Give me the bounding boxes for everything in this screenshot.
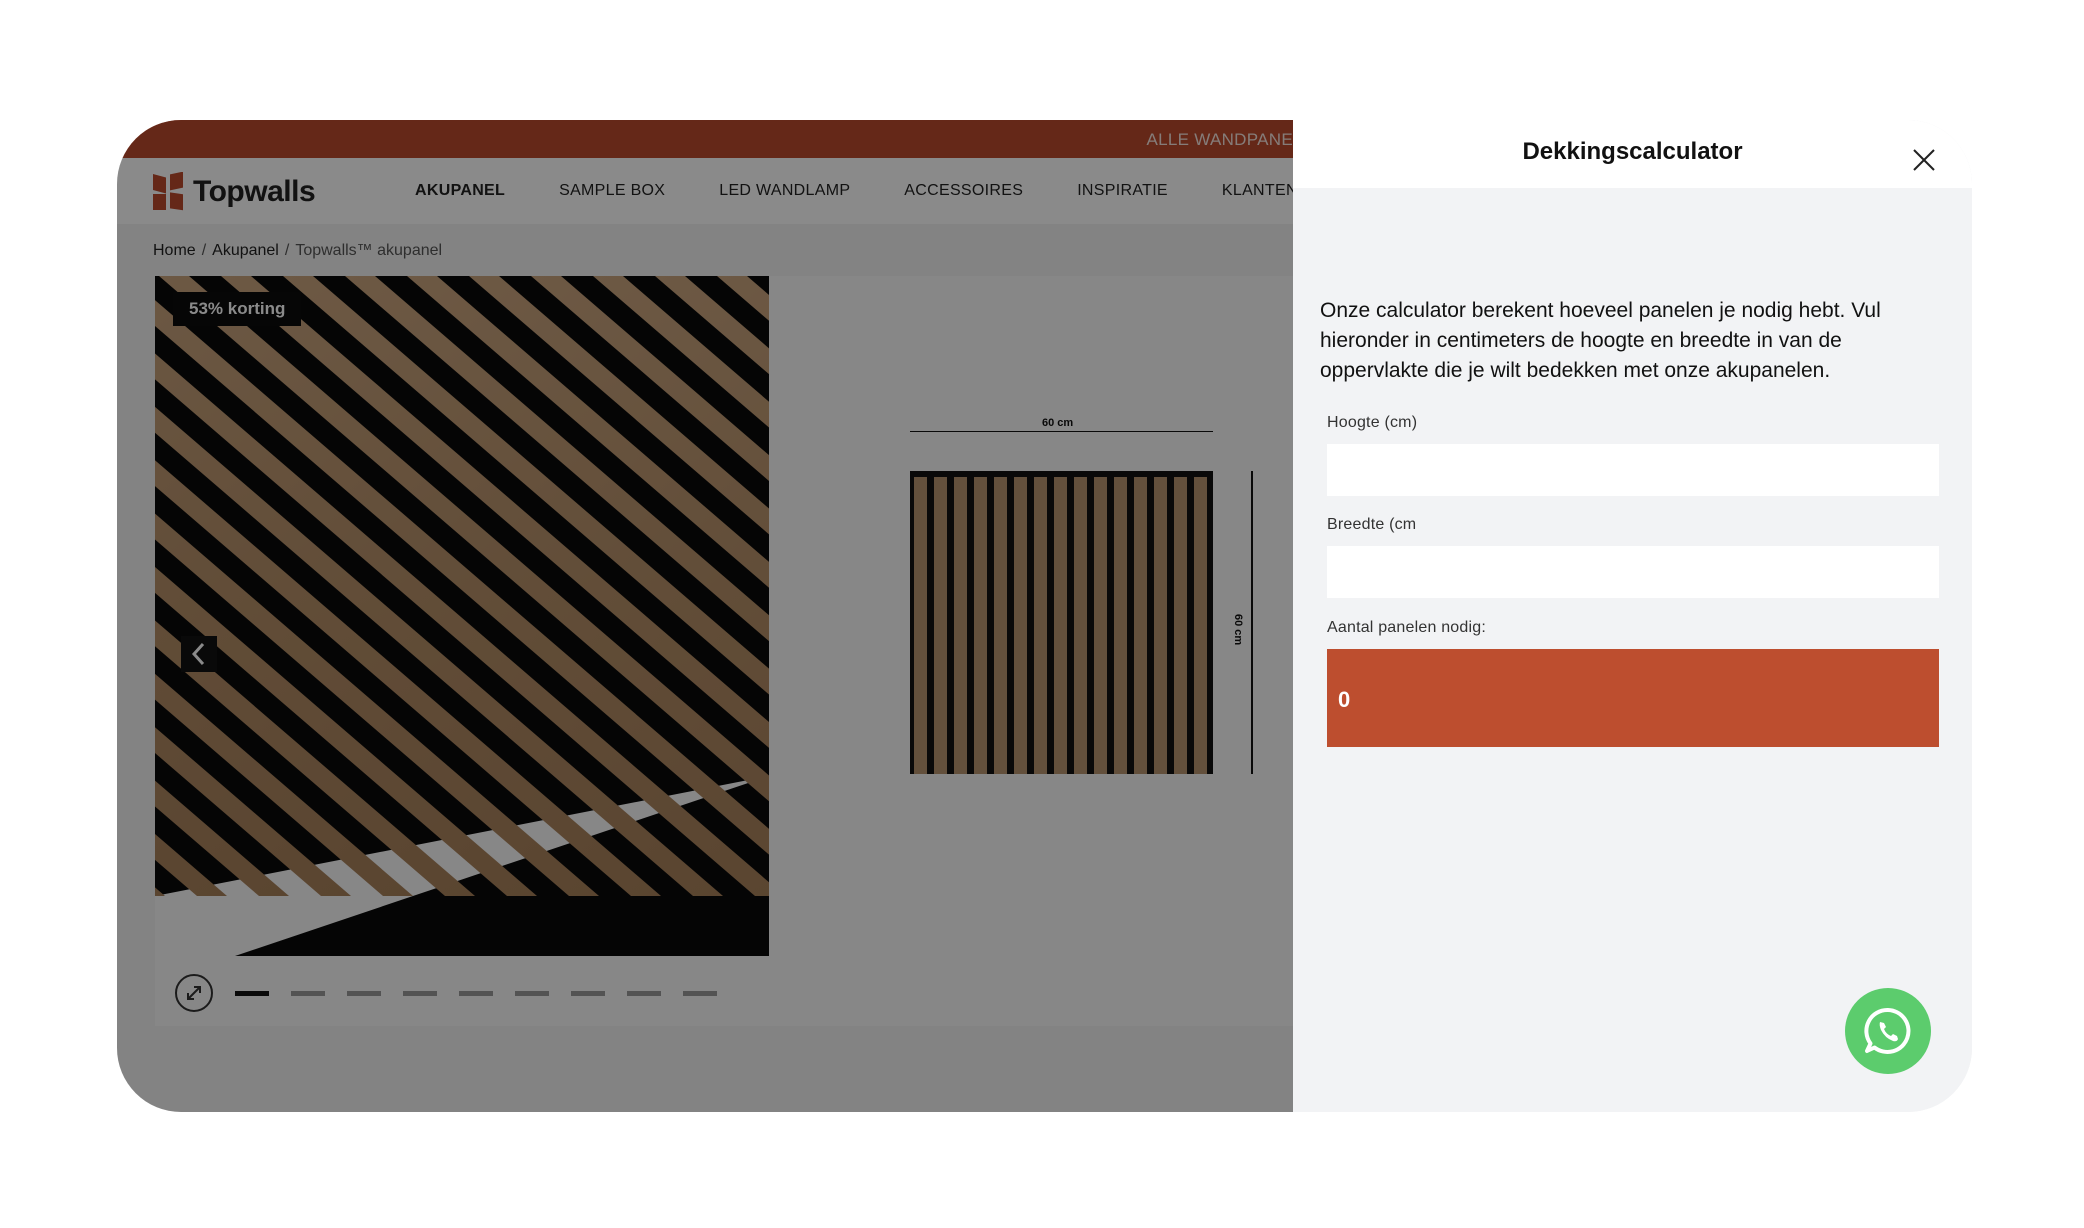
whatsapp-button[interactable]: [1845, 988, 1931, 1074]
coverage-calculator-drawer: Dekkingscalculator Onze calculator berek…: [1293, 120, 1972, 1112]
width-input[interactable]: [1327, 546, 1939, 598]
close-button[interactable]: [1910, 146, 1938, 174]
drawer-header: Dekkingscalculator: [1293, 120, 1972, 188]
panels-needed-value: 0: [1338, 687, 1351, 712]
result-label: Aantal panelen nodig:: [1327, 619, 1486, 636]
panels-needed-result: 0: [1327, 649, 1939, 747]
width-label: Breedte (cm: [1327, 516, 1417, 533]
height-label: Hoogte (cm): [1327, 414, 1418, 431]
whatsapp-icon: [1864, 1007, 1911, 1054]
close-icon: [1913, 149, 1935, 171]
product-page: ALLE WANDPANE Topwalls AKUPANEL SAMPLE B…: [117, 120, 1293, 1112]
page-overlay[interactable]: [117, 120, 1293, 1112]
browser-frame: ALLE WANDPANE Topwalls AKUPANEL SAMPLE B…: [117, 120, 1972, 1112]
drawer-title: Dekkingscalculator: [1522, 138, 1743, 165]
height-input[interactable]: [1327, 444, 1939, 496]
calculator-intro: Onze calculator berekent hoeveel panelen…: [1320, 299, 1881, 382]
